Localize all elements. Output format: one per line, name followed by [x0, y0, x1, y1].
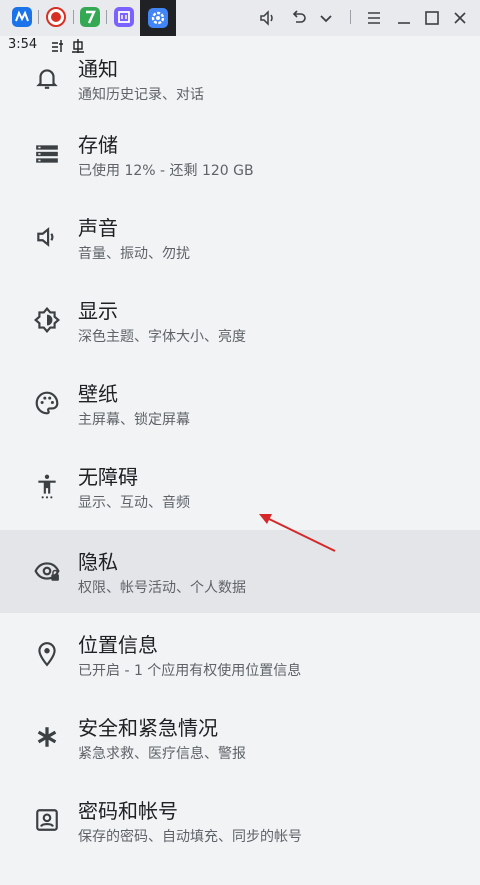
- brightness-icon: [34, 307, 60, 333]
- annotation-arrow: [259, 514, 336, 552]
- menu-icon[interactable]: [364, 8, 384, 28]
- settings-item-title: 声音: [78, 216, 118, 240]
- settings-item-title: 隐私: [78, 550, 118, 574]
- settings-item-subtitle: 保存的密码、自动填充、同步的帐号: [78, 829, 302, 845]
- settings-item-subtitle: 已使用 12% - 还剩 120 GB: [78, 163, 254, 179]
- settings-item-title: 显示: [78, 299, 118, 323]
- location-pin-icon: [38, 642, 56, 667]
- settings-gear-icon: [148, 8, 168, 28]
- volume-control-icon[interactable]: [258, 8, 278, 28]
- settings-item-subtitle: 显示、互动、音频: [78, 495, 190, 511]
- settings-item-notifications[interactable]: 通知 通知历史记录、对话: [0, 37, 480, 120]
- settings-item-subtitle: 主屏幕、锁定屏幕: [78, 412, 190, 428]
- app-tab-icon[interactable]: [80, 7, 100, 27]
- settings-item-title: 安全和紧急情况: [78, 716, 218, 740]
- settings-item-subtitle: 通知历史记录、对话: [78, 87, 204, 103]
- maximize-icon[interactable]: [422, 8, 442, 28]
- settings-item-passwords-accounts[interactable]: 密码和帐号 保存的密码、自动填充、同步的帐号: [0, 779, 480, 862]
- settings-item-title: 无障碍: [78, 465, 138, 489]
- settings-item-sound[interactable]: 声音 音量、振动、勿扰: [0, 196, 480, 279]
- settings-item-storage[interactable]: 存储 已使用 12% - 还剩 120 GB: [0, 113, 480, 196]
- active-app-tab[interactable]: [140, 0, 176, 36]
- bell-icon: [36, 69, 58, 89]
- app-tab-icon[interactable]: [12, 7, 32, 27]
- palette-icon: [35, 391, 59, 415]
- app-tab-icon[interactable]: [114, 7, 134, 27]
- storage-icon: [36, 145, 58, 163]
- privacy-eye-icon: [34, 562, 60, 581]
- settings-item-display[interactable]: 显示 深色主题、字体大小、亮度: [0, 279, 480, 362]
- settings-item-accessibility[interactable]: 无障碍 显示、互动、音频: [0, 445, 480, 528]
- settings-item-safety-emergency[interactable]: 安全和紧急情况 紧急求救、医疗信息、警报: [0, 696, 480, 779]
- app-tab-icon[interactable]: [46, 7, 66, 27]
- emulator-toolbar: [0, 0, 480, 36]
- settings-item-subtitle: 已开启 - 1 个应用有权使用位置信息: [78, 663, 302, 679]
- settings-item-title: 密码和帐号: [78, 799, 178, 823]
- settings-item-subtitle: 权限、帐号活动、个人数据: [78, 580, 246, 596]
- settings-item-subtitle: 音量、振动、勿扰: [78, 246, 190, 262]
- settings-item-location[interactable]: 位置信息 已开启 - 1 个应用有权使用位置信息: [0, 613, 480, 696]
- account-box-icon: [36, 809, 58, 831]
- settings-item-title: 壁纸: [78, 382, 118, 406]
- back-icon[interactable]: [288, 8, 308, 28]
- settings-item-subtitle: 紧急求救、医疗信息、警报: [78, 746, 246, 762]
- settings-item-title: 存储: [78, 133, 118, 157]
- minimize-icon[interactable]: [394, 8, 414, 28]
- settings-item-title: 位置信息: [78, 633, 158, 657]
- asterisk-icon: [37, 727, 57, 747]
- close-icon[interactable]: [450, 8, 470, 28]
- settings-item-title: 通知: [78, 57, 118, 81]
- accessibility-icon: [38, 474, 56, 499]
- chevron-down-icon[interactable]: [316, 8, 336, 28]
- settings-item-subtitle: 深色主题、字体大小、亮度: [78, 329, 246, 345]
- settings-item-wallpaper[interactable]: 壁纸 主屏幕、锁定屏幕: [0, 362, 480, 445]
- volume-icon: [37, 227, 54, 247]
- settings-item-privacy[interactable]: 隐私 权限、帐号活动、个人数据: [0, 530, 480, 613]
